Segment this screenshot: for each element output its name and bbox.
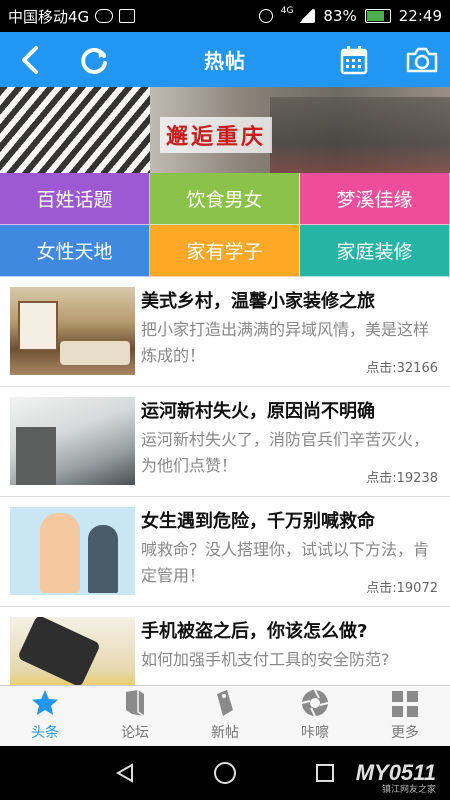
system-back-button[interactable]	[95, 746, 155, 800]
article-title: 美式乡村，温馨小家装修之旅	[141, 291, 375, 312]
article-title: 女生遇到危险，千万别喊救命	[141, 511, 375, 532]
article-title: 运河新村失火，原因尚不明确	[141, 401, 375, 422]
article-item[interactable]: 运河新村失火，原因尚不明确 运河新村失火了，消防官兵们辛苦灭火，为他们点赞！ 点…	[0, 387, 450, 497]
category-tile[interactable]: 百姓话题	[0, 173, 150, 225]
new-post-icon	[217, 690, 233, 716]
status-bar: 中国移动4G 4G 83% 22:49	[0, 0, 450, 32]
banner-street-scene	[270, 97, 450, 173]
network-label: 4G	[280, 6, 294, 16]
system-recents-button[interactable]	[295, 746, 355, 800]
tab-headlines[interactable]: 头条	[0, 686, 90, 746]
article-title: 手机被盗之后，你该怎么做?	[141, 621, 368, 642]
banner-stripes	[0, 87, 150, 173]
wechat-icon	[95, 9, 114, 23]
article-thumbnail	[10, 507, 135, 595]
category-label: 家庭装修	[336, 241, 413, 263]
article-thumbnail	[10, 617, 135, 685]
article-list: 美式乡村，温馨小家装修之旅 把小家打造出满满的异域风情，美是这样炼成的！ 点击:…	[0, 277, 450, 685]
category-label: 家有学子	[186, 241, 263, 263]
article-summary: 如何加强手机支付工具的安全防范?	[141, 650, 390, 669]
category-label: 梦溪佳缘	[336, 189, 413, 211]
tab-more[interactable]: 更多	[360, 686, 450, 746]
article-thumbnail	[10, 397, 135, 485]
click-count: 点击:19238	[362, 467, 438, 486]
category-label: 女性天地	[36, 241, 113, 263]
category-tile[interactable]: 梦溪佳缘	[300, 173, 450, 225]
category-label: 百姓话题	[36, 189, 113, 211]
star-icon	[32, 690, 58, 715]
category-tile[interactable]: 女性天地	[0, 225, 150, 277]
click-count: 点击:32166	[362, 357, 438, 376]
calendar-icon	[340, 45, 368, 74]
signal-icon	[297, 9, 316, 23]
clock: 22:49	[398, 7, 442, 25]
app-header: 热帖	[0, 32, 450, 87]
tab-new-posts[interactable]: 新帖	[180, 686, 270, 746]
alarm-icon	[258, 9, 273, 23]
circle-home-icon	[214, 762, 236, 784]
forum-icon	[126, 690, 145, 717]
article-item[interactable]: 女生遇到危险，千万别喊救命 喊救命？没人搭理你，试试以下方法，肯定管用！ 点击:…	[0, 497, 450, 607]
grid-icon	[392, 691, 418, 717]
calendar-button[interactable]	[326, 32, 382, 87]
square-recents-icon	[316, 764, 334, 782]
watermark-logo: MY0511 镇江网友之家	[356, 760, 436, 795]
tab-label: 论坛	[121, 725, 149, 741]
banner-title: 邂逅重庆	[160, 117, 273, 153]
tab-label: 头条	[31, 725, 59, 741]
category-label: 饮食男女	[186, 189, 263, 211]
banner-image[interactable]: 邂逅重庆	[0, 87, 450, 173]
tab-snap[interactable]: 咔嚓	[270, 686, 360, 746]
page-title: 热帖	[204, 49, 246, 73]
category-tile[interactable]: 饮食男女	[150, 173, 300, 225]
tab-label: 更多	[391, 725, 419, 741]
camera-button[interactable]	[394, 32, 450, 87]
article-item[interactable]: 手机被盗之后，你该怎么做? 如何加强手机支付工具的安全防范?	[0, 607, 450, 685]
tab-label: 新帖	[211, 725, 239, 741]
category-grid: 百姓话题 饮食男女 梦溪佳缘 女性天地 家有学子 家庭装修	[0, 173, 450, 277]
tab-label: 咔嚓	[301, 725, 329, 741]
tab-forum[interactable]: 论坛	[90, 686, 180, 746]
triangle-back-icon	[115, 763, 133, 783]
system-nav-bar: MY0511 镇江网友之家	[0, 746, 450, 800]
category-tile[interactable]: 家庭装修	[300, 225, 450, 277]
article-thumbnail	[10, 287, 135, 375]
image-icon	[119, 9, 136, 23]
category-tile[interactable]: 家有学子	[150, 225, 300, 277]
click-count: 点击:19072	[362, 577, 438, 596]
camera-icon	[406, 47, 438, 72]
battery-icon	[364, 9, 391, 23]
battery-percent: 83%	[323, 7, 357, 25]
shutter-icon	[301, 689, 329, 717]
carrier-label: 中国移动4G	[8, 7, 90, 26]
system-home-button[interactable]	[195, 746, 255, 800]
bottom-tab-bar: 头条 论坛 新帖 咔嚓 更多	[0, 685, 450, 746]
article-item[interactable]: 美式乡村，温馨小家装修之旅 把小家打造出满满的异域风情，美是这样炼成的！ 点击:…	[0, 277, 450, 387]
